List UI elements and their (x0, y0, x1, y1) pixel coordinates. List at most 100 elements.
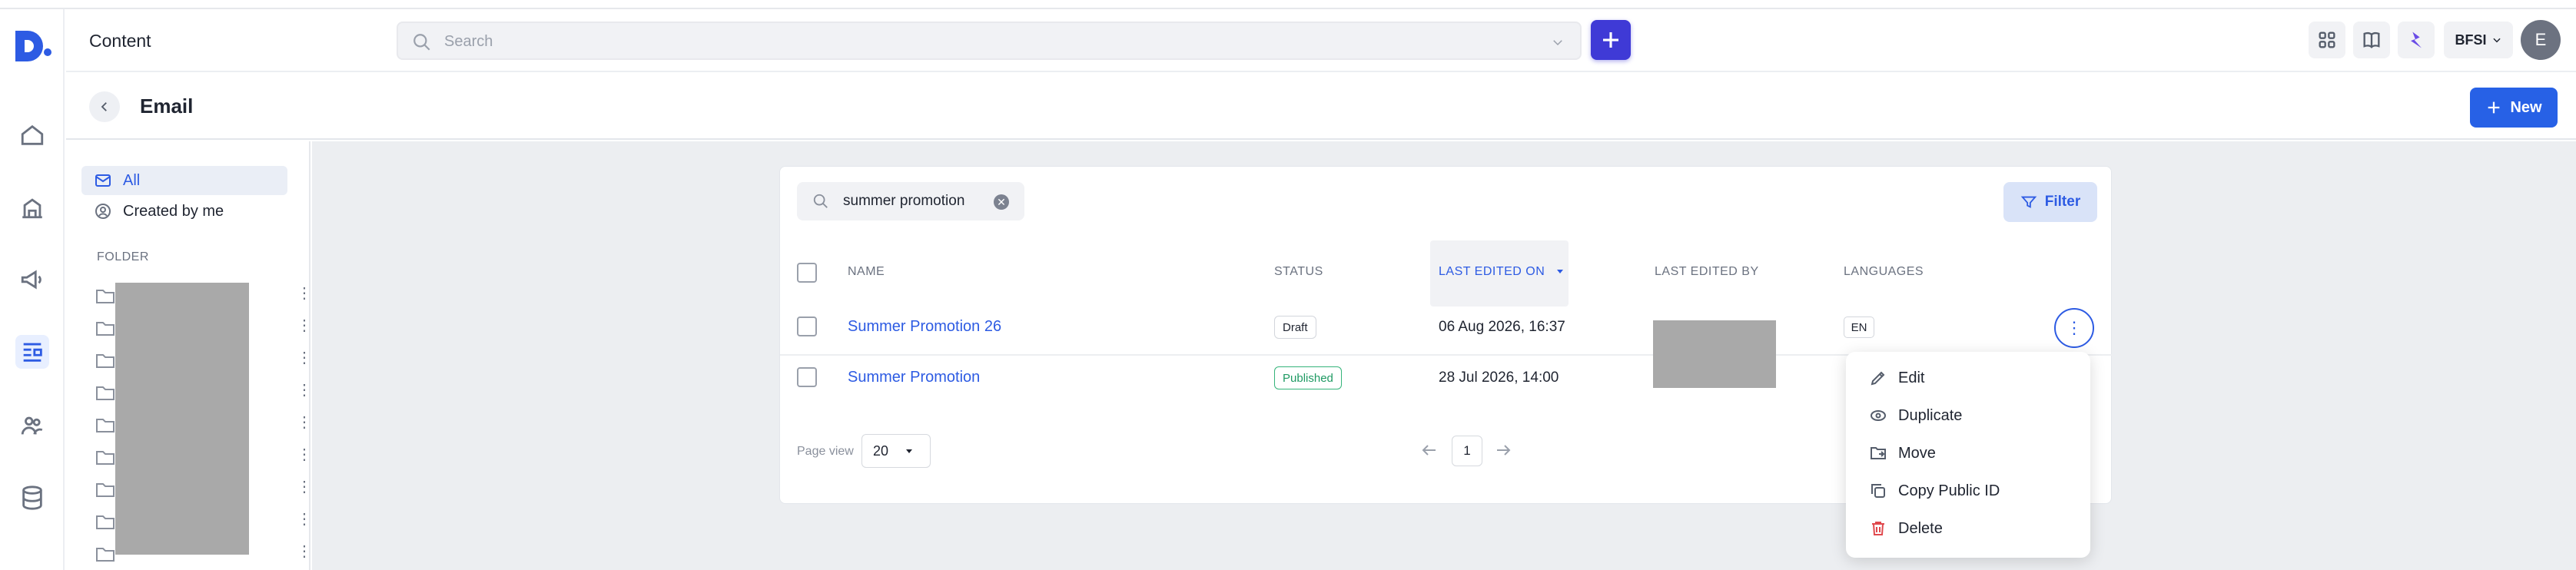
menu-item-label: Move (1898, 444, 1936, 462)
duplicate-icon (1871, 410, 1886, 421)
book-icon (2363, 31, 2380, 48)
folder-icon (96, 386, 115, 400)
filter-button[interactable]: Filter (2003, 182, 2097, 222)
sidebar-item-created-by-me[interactable]: Created by me (81, 197, 287, 226)
menu-item-delete[interactable]: Delete (1869, 513, 1943, 544)
folder-more-icon[interactable]: ⋮ (297, 512, 312, 527)
chevron-left-icon (101, 102, 107, 111)
row-last-edited-on: 06 Aug 2026, 16:37 (1439, 319, 1565, 335)
clear-search-icon[interactable]: ✕ (994, 194, 1009, 210)
redacted-folder-names (115, 283, 249, 555)
folder-icon (96, 515, 115, 529)
folder-more-icon[interactable]: ⋮ (297, 479, 312, 495)
grid-icon (2319, 31, 2335, 48)
funnel-icon (2020, 196, 2037, 208)
sidebar-item-label: Created by me (123, 202, 224, 220)
folder-more-icon[interactable]: ⋮ (297, 383, 312, 398)
caret-down-icon (906, 449, 913, 453)
status-badge: Published (1274, 366, 1342, 389)
docs-button[interactable] (2353, 22, 2390, 58)
left-rail (0, 9, 65, 570)
move-folder-icon (1871, 447, 1886, 459)
database-icon[interactable] (15, 481, 49, 515)
plus-icon (1603, 32, 1618, 48)
column-header-label: LAST EDITED ON (1439, 265, 1545, 278)
folder-more-icon[interactable]: ⋮ (297, 318, 312, 333)
folder-more-icon[interactable]: ⋮ (297, 544, 312, 559)
arrow-left-icon (1422, 445, 1436, 456)
filter-label: Filter (2044, 194, 2081, 210)
mail-icon (95, 174, 111, 187)
search-placeholder: Search (444, 33, 493, 50)
trash-icon (1872, 522, 1884, 535)
row-checkbox[interactable] (797, 367, 817, 387)
copy-icon (1871, 484, 1885, 498)
current-page[interactable]: 1 (1452, 436, 1482, 466)
brand-logo[interactable] (12, 26, 54, 72)
column-header-name[interactable]: NAME (848, 265, 885, 279)
sort-desc-icon (1557, 270, 1564, 273)
menu-item-edit[interactable]: Edit (1869, 363, 1924, 393)
folder-icon (96, 451, 115, 465)
chevron-down-icon (2492, 38, 2501, 43)
apps-grid-button[interactable] (2309, 22, 2345, 58)
folder-icon (96, 548, 115, 562)
redacted-editor (1653, 320, 1776, 388)
content-icon[interactable] (15, 335, 49, 369)
plus-icon (2488, 101, 2500, 114)
search-value: summer promotion (843, 193, 965, 209)
folder-more-icon[interactable]: ⋮ (297, 286, 312, 301)
search-icon (413, 34, 430, 51)
app-title: Content (89, 31, 151, 51)
page-header: Email New (66, 74, 2576, 140)
create-button[interactable] (1591, 20, 1631, 60)
language-badge: EN (1844, 316, 1874, 338)
folder-more-icon[interactable]: ⋮ (297, 447, 312, 462)
global-search-input[interactable]: Search (397, 22, 1582, 60)
menu-item-duplicate[interactable]: Duplicate (1869, 400, 1962, 431)
column-header-last-edited-by[interactable]: LAST EDITED BY (1655, 265, 1759, 279)
sidebar-item-all[interactable]: All (81, 166, 287, 195)
back-button[interactable] (89, 91, 120, 122)
audience-icon[interactable] (15, 409, 49, 442)
ai-assistant-button[interactable] (2398, 22, 2435, 58)
next-page-button[interactable] (1490, 437, 1516, 463)
column-header-last-edited-on[interactable]: LAST EDITED ON (1439, 265, 1564, 279)
new-button-label: New (2510, 98, 2542, 116)
home-icon[interactable] (15, 118, 49, 152)
building-icon[interactable] (15, 191, 49, 224)
arrow-right-icon (1497, 445, 1511, 456)
row-last-edited-on: 28 Jul 2026, 14:00 (1439, 370, 1559, 386)
column-header-languages[interactable]: LANGUAGES (1844, 265, 1924, 279)
page-title: Email (140, 94, 194, 118)
user-circle-icon (95, 204, 111, 219)
folder-icon (96, 419, 115, 432)
folder-more-icon[interactable]: ⋮ (297, 350, 312, 366)
select-all-checkbox[interactable] (797, 263, 817, 283)
column-header-status[interactable]: STATUS (1274, 265, 1323, 279)
new-button[interactable]: New (2470, 88, 2558, 128)
folder-icon (96, 290, 115, 303)
menu-item-copy-public-id[interactable]: Copy Public ID (1869, 476, 2000, 506)
menu-item-label: Delete (1898, 519, 1943, 537)
page-size-select[interactable]: 20 (861, 434, 931, 468)
row-checkbox[interactable] (797, 316, 817, 336)
row-actions-button[interactable]: ⋮ (2054, 308, 2094, 348)
sparkle-icon (2411, 31, 2422, 48)
folder-icon (96, 322, 115, 336)
folder-more-icon[interactable]: ⋮ (297, 415, 312, 430)
folder-icon (96, 354, 115, 368)
row-name-link[interactable]: Summer Promotion 26 (848, 318, 1001, 336)
pencil-icon (1871, 371, 1885, 386)
search-icon (813, 194, 828, 208)
workspace-selector[interactable]: BFSI (2444, 22, 2513, 58)
main-area: summer promotion ✕ Filter NAME STATUS LA… (312, 141, 2576, 570)
chevron-down-icon[interactable] (1551, 35, 1565, 49)
search-filter-chip[interactable]: summer promotion ✕ (797, 182, 1024, 220)
user-avatar[interactable]: E (2521, 20, 2561, 60)
menu-item-move[interactable]: Move (1869, 438, 1936, 469)
folder-header: FOLDER (97, 250, 149, 263)
row-name-link[interactable]: Summer Promotion (848, 369, 980, 386)
prev-page-button[interactable] (1416, 437, 1442, 463)
megaphone-icon[interactable] (15, 263, 49, 297)
